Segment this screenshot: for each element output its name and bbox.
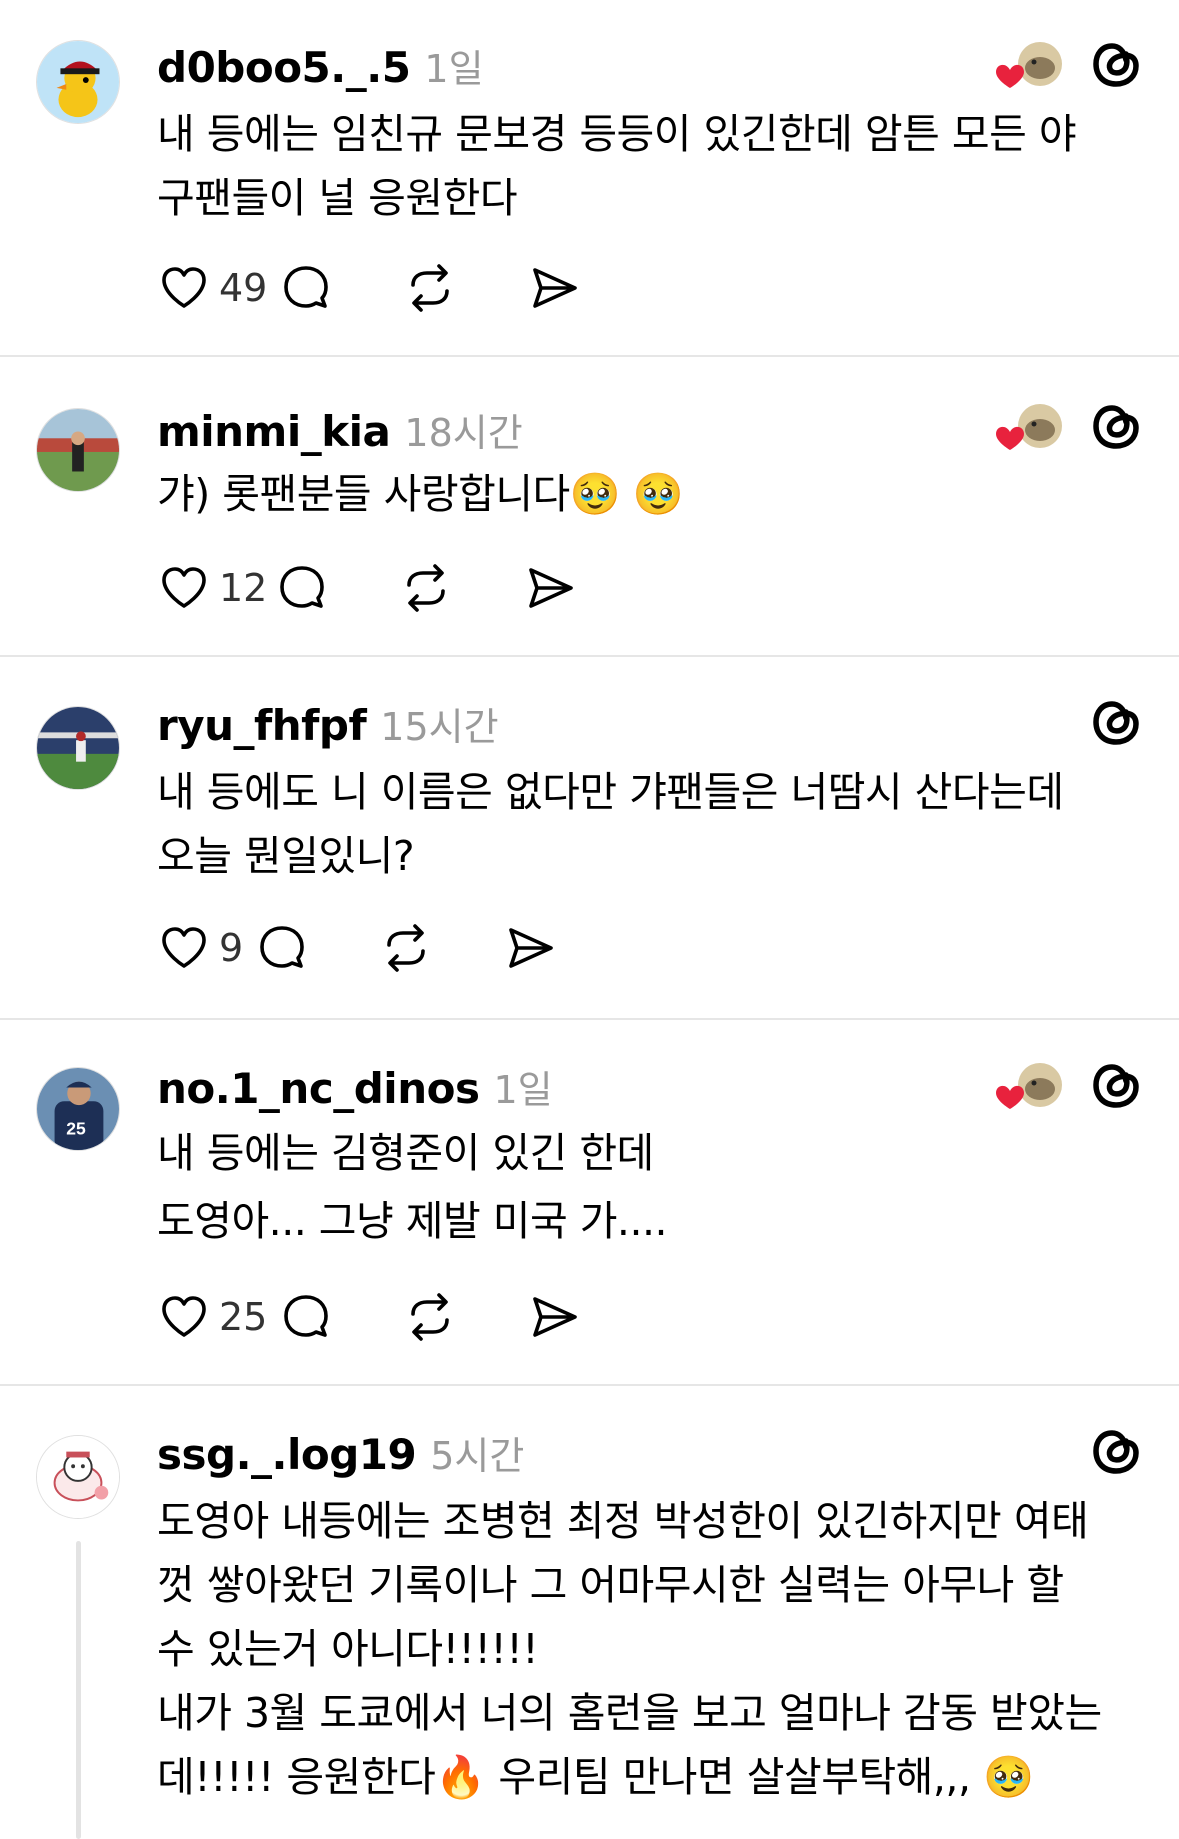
comment-bubble-icon	[284, 266, 328, 308]
repost-button[interactable]	[379, 920, 503, 976]
liked-by-author-icon	[992, 1061, 1064, 1113]
send-icon	[533, 268, 577, 308]
repost-icon	[387, 924, 425, 972]
reply-button[interactable]	[255, 920, 379, 976]
avatar[interactable]	[36, 706, 120, 790]
timestamp: 15시간	[380, 705, 499, 749]
repost-button[interactable]	[399, 560, 523, 616]
share-button[interactable]	[523, 560, 583, 616]
post-text: 내 등에는 김형준이 있긴 한데 도영아... 그냥 제발 미국 가....	[157, 1129, 668, 1245]
threads-logo-icon[interactable]	[1088, 36, 1144, 92]
repost-icon	[411, 1293, 449, 1341]
post-text: 갸) 롯팬분들 사랑합니다🥹 🥹	[157, 470, 684, 518]
send-icon	[533, 1297, 577, 1337]
post-text: 도영아 내등에는 조병현 최정 박성한이 있긴하지만 여태 껏 쌓아왔던 기록이…	[157, 1497, 1102, 1801]
post-header: ryu_fhfpf 15시간	[157, 696, 499, 751]
post-text: 내 등에도 니 이름은 없다만 갸팬들은 너땀시 산다는데 오늘 뭔일있니?	[157, 768, 1064, 880]
username[interactable]: no.1_nc_dinos	[157, 1064, 480, 1113]
avatar[interactable]	[36, 40, 120, 124]
repost-icon	[407, 564, 445, 612]
send-icon	[509, 928, 553, 968]
post-header: minmi_kia 18시간	[157, 402, 523, 457]
reply-post: ryu_fhfpf 15시간 내 등에도 니 이름은 없다만 갸팬들은 너땀시 …	[0, 656, 1179, 1018]
timestamp: 5시간	[430, 1434, 525, 1478]
threads-logo-icon[interactable]	[1088, 398, 1144, 454]
username[interactable]: ssg._.log19	[157, 1430, 417, 1479]
like-button[interactable]: 12	[157, 560, 275, 616]
post-text: 내 등에는 임친규 문보경 등등이 있긴한데 암튼 모든 야 구팬들이 널 응원…	[157, 110, 1077, 222]
reply-button[interactable]	[279, 260, 403, 316]
repost-button[interactable]	[403, 1289, 527, 1345]
like-button[interactable]: 9	[157, 920, 255, 976]
like-button[interactable]: 49	[157, 260, 279, 316]
action-bar: 9	[157, 920, 563, 976]
action-bar: 49	[157, 260, 587, 316]
share-button[interactable]	[527, 260, 587, 316]
avatar[interactable]	[36, 408, 120, 492]
send-icon	[529, 568, 573, 608]
post-header: no.1_nc_dinos 1일	[157, 1059, 553, 1114]
reply-post: ssg._.log19 5시간 도영아 내등에는 조병현 최정 박성한이 있긴하…	[0, 1385, 1179, 1839]
like-count: 12	[219, 566, 268, 610]
share-button[interactable]	[527, 1289, 587, 1345]
liked-by-author-icon	[992, 40, 1064, 92]
action-bar: 12	[157, 560, 583, 616]
comment-bubble-icon	[284, 1295, 328, 1337]
heart-icon	[162, 1296, 206, 1337]
post-header: d0boo5._.5 1일	[157, 38, 484, 93]
reply-post: 25 no.1_nc_dinos 1일 내 등에는 김형준이 있긴 한데 도영아…	[0, 1019, 1179, 1385]
username[interactable]: ryu_fhfpf	[157, 701, 367, 750]
post-header: ssg._.log19 5시간	[157, 1425, 524, 1480]
repost-button[interactable]	[403, 260, 527, 316]
timestamp: 1일	[424, 47, 484, 91]
heart-icon	[162, 267, 206, 308]
timestamp: 18시간	[404, 411, 523, 455]
reply-post: d0boo5._.5 1일 내 등에는 임친규 문보경 등등이 있긴한데 암튼 …	[0, 0, 1179, 356]
reply-post: minmi_kia 18시간 갸) 롯팬분들 사랑합니다🥹 🥹 12	[0, 356, 1179, 656]
threads-logo-icon[interactable]	[1088, 1423, 1144, 1479]
like-count: 9	[219, 926, 244, 970]
like-count: 25	[219, 1295, 268, 1339]
like-count: 49	[219, 266, 268, 310]
svg-text:25: 25	[66, 1118, 86, 1138]
share-button[interactable]	[503, 920, 563, 976]
like-button[interactable]: 25	[157, 1289, 279, 1345]
action-bar: 25	[157, 1289, 587, 1345]
threads-logo-icon[interactable]	[1088, 1057, 1144, 1113]
comment-bubble-icon	[280, 566, 324, 608]
thread-line	[76, 1541, 81, 1839]
heart-icon	[162, 567, 206, 608]
heart-icon	[162, 927, 206, 968]
reply-button[interactable]	[275, 560, 399, 616]
reply-button[interactable]	[279, 1289, 403, 1345]
avatar[interactable]	[36, 1435, 120, 1519]
username[interactable]: minmi_kia	[157, 407, 391, 456]
comment-bubble-icon	[260, 926, 304, 968]
timestamp: 1일	[493, 1068, 553, 1112]
repost-icon	[411, 264, 449, 312]
avatar[interactable]: 25	[36, 1067, 120, 1151]
username[interactable]: d0boo5._.5	[157, 43, 411, 92]
liked-by-author-icon	[992, 402, 1064, 454]
threads-logo-icon[interactable]	[1088, 694, 1144, 750]
